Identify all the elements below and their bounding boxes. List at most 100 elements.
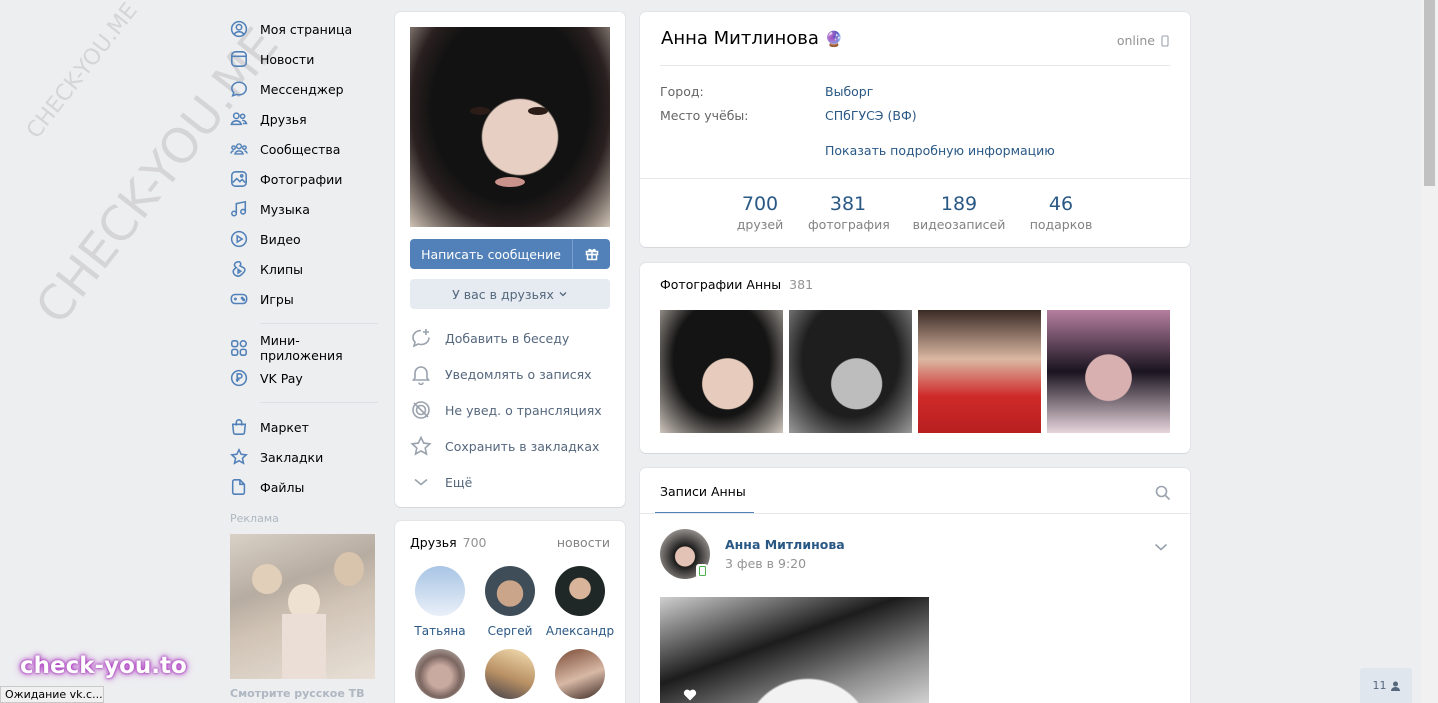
nav-item-market[interactable]: Маркет bbox=[230, 412, 380, 442]
nav-item-label: Новости bbox=[260, 51, 315, 67]
more-info-row: Показать подробную информацию bbox=[660, 143, 1160, 159]
friend-item[interactable] bbox=[405, 649, 475, 699]
ad-caption[interactable]: Смотрите русское ТВ bbox=[230, 687, 380, 700]
info-value-education[interactable]: СПбГУСЭ (ВФ) bbox=[825, 108, 917, 123]
photos-card: Фотографии Анны 381 bbox=[640, 263, 1190, 453]
broadcast-off-label: Не увед. о трансляциях bbox=[445, 402, 602, 418]
info-key: Место учёбы: bbox=[660, 108, 749, 123]
bell-icon bbox=[411, 366, 431, 385]
post-date[interactable]: 3 фев в 9:20 bbox=[725, 556, 806, 571]
online-friends-widget[interactable]: 11 bbox=[1360, 668, 1412, 703]
nav-item-clips[interactable]: Клипы bbox=[230, 254, 380, 284]
star-icon bbox=[410, 435, 432, 456]
counter-label: друзей bbox=[736, 217, 784, 232]
profile-info-card: Анна Митлинова 🔮 online Город: Выборг Ме… bbox=[640, 12, 1190, 247]
counter-photos[interactable]: 381 фотография bbox=[808, 193, 890, 232]
nav-item-messenger[interactable]: Мессенджер bbox=[230, 74, 380, 104]
photo-icon bbox=[231, 171, 247, 187]
browser-status-bar: Ожидание vk.c... bbox=[0, 686, 104, 703]
video-icon bbox=[230, 230, 248, 248]
scrollbar-thumb[interactable] bbox=[1424, 0, 1435, 186]
ad-image[interactable] bbox=[230, 534, 375, 679]
counter-number: 189 bbox=[940, 193, 978, 215]
nav-item-photos[interactable]: Фотографии bbox=[230, 164, 380, 194]
photos-header[interactable]: Фотографии Анны 381 bbox=[660, 277, 813, 292]
post-image[interactable] bbox=[660, 597, 929, 703]
nav-item-friends[interactable]: Друзья bbox=[230, 104, 380, 134]
nav-item-label: Моя страница bbox=[260, 21, 353, 37]
counter-videos[interactable]: 189 видеозаписей bbox=[912, 193, 1006, 232]
wall-card: Записи Анны Анна Митлинова 3 фев в 9:20 bbox=[640, 468, 1190, 703]
user-circle-icon bbox=[230, 20, 248, 38]
post-author-name[interactable]: Анна Митлинова bbox=[725, 537, 845, 552]
write-message-button[interactable]: Написать сообщение bbox=[410, 239, 610, 269]
friends-title: Друзья bbox=[410, 535, 457, 550]
more-label: Ещё bbox=[445, 474, 473, 490]
counter-friends[interactable]: 700 друзей bbox=[735, 193, 785, 232]
gift-button[interactable] bbox=[572, 239, 610, 269]
friend-item[interactable]: Сергей bbox=[475, 566, 545, 638]
ad-title: Реклама bbox=[230, 512, 279, 525]
counter-label: видеозаписей bbox=[912, 217, 1006, 232]
divider bbox=[640, 178, 1190, 179]
market-icon bbox=[231, 419, 247, 435]
add-chat-icon bbox=[412, 329, 430, 348]
counter-label: фотография bbox=[808, 217, 890, 232]
nav-item-groups[interactable]: Сообщества bbox=[230, 134, 380, 164]
gamepad-icon bbox=[230, 293, 248, 305]
mobile-online-badge bbox=[696, 564, 708, 578]
divider bbox=[640, 513, 1190, 514]
notify-posts-action[interactable]: Уведомлять о записях bbox=[410, 356, 592, 392]
nav-item-label: Друзья bbox=[260, 111, 307, 127]
friend-avatar bbox=[485, 566, 535, 616]
more-action[interactable]: Ещё bbox=[410, 464, 472, 500]
online-friends-count: 11 bbox=[1372, 679, 1387, 692]
friend-item[interactable]: Александр bbox=[545, 566, 615, 638]
photos-title: Фотографии Анны bbox=[660, 277, 782, 292]
notify-posts-label: Уведомлять о записях bbox=[445, 366, 592, 382]
write-message-label: Написать сообщение bbox=[421, 246, 561, 262]
friend-item[interactable] bbox=[545, 649, 615, 699]
nav-item-games[interactable]: Игры bbox=[230, 284, 380, 314]
friend-avatar bbox=[415, 566, 465, 616]
friend-name: Сергей bbox=[487, 624, 533, 638]
info-value-city[interactable]: Выборг bbox=[825, 84, 873, 99]
watermark-small: CHECK-YOU.ME bbox=[22, 0, 143, 144]
nav-item-label: Сообщества bbox=[260, 141, 341, 157]
friend-item[interactable] bbox=[475, 649, 545, 699]
info-row-education: Место учёбы: СПбГУСЭ (ВФ) bbox=[660, 108, 1160, 124]
search-icon[interactable] bbox=[1155, 485, 1171, 501]
crystal-ball-icon: 🔮 bbox=[824, 30, 844, 48]
bookmark-action[interactable]: Сохранить в закладках bbox=[410, 428, 599, 464]
nav-item-news[interactable]: Новости bbox=[230, 44, 380, 74]
friends-news-link[interactable]: новости bbox=[557, 535, 610, 550]
chevron-down-icon[interactable] bbox=[1153, 539, 1169, 555]
add-to-chat-action[interactable]: Добавить в беседу bbox=[410, 320, 569, 356]
nav-item-video[interactable]: Видео bbox=[230, 224, 380, 254]
tab-wall-posts[interactable]: Записи Анны bbox=[660, 484, 746, 499]
photo-thumb[interactable] bbox=[1047, 310, 1170, 433]
nav-item-music[interactable]: Музыка bbox=[230, 194, 380, 224]
friends-header[interactable]: Друзья 700 bbox=[410, 535, 487, 550]
photo-thumb[interactable] bbox=[789, 310, 912, 433]
nav-item-my-page[interactable]: Моя страница bbox=[230, 14, 380, 44]
friends-icon bbox=[230, 112, 248, 126]
nav-item-vk-pay[interactable]: VK Pay bbox=[230, 363, 380, 393]
nav-item-bookmarks[interactable]: Закладки bbox=[230, 442, 380, 472]
broadcast-off-action[interactable]: Не увед. о трансляциях bbox=[410, 392, 602, 428]
photo-thumb[interactable] bbox=[660, 310, 783, 433]
show-more-info-link[interactable]: Показать подробную информацию bbox=[825, 143, 1055, 158]
nav-item-files[interactable]: Файлы bbox=[230, 472, 380, 502]
photo-thumb[interactable] bbox=[918, 310, 1041, 433]
counter-number: 381 bbox=[829, 193, 867, 215]
profile-photo[interactable] bbox=[410, 27, 610, 227]
nav-item-mini-apps[interactable]: Мини-приложения bbox=[230, 333, 380, 363]
scrollbar[interactable] bbox=[1421, 0, 1438, 703]
counter-gifts[interactable]: 46 подарков bbox=[1028, 193, 1094, 232]
friend-status-button[interactable]: У вас в друзьях bbox=[410, 279, 610, 309]
nav-item-label: Мини-приложения bbox=[260, 333, 343, 363]
bookmark-label: Сохранить в закладках bbox=[445, 438, 600, 454]
counter-number: 700 bbox=[741, 193, 779, 215]
friend-item[interactable]: Татьяна bbox=[405, 566, 475, 638]
star-icon bbox=[230, 448, 248, 465]
